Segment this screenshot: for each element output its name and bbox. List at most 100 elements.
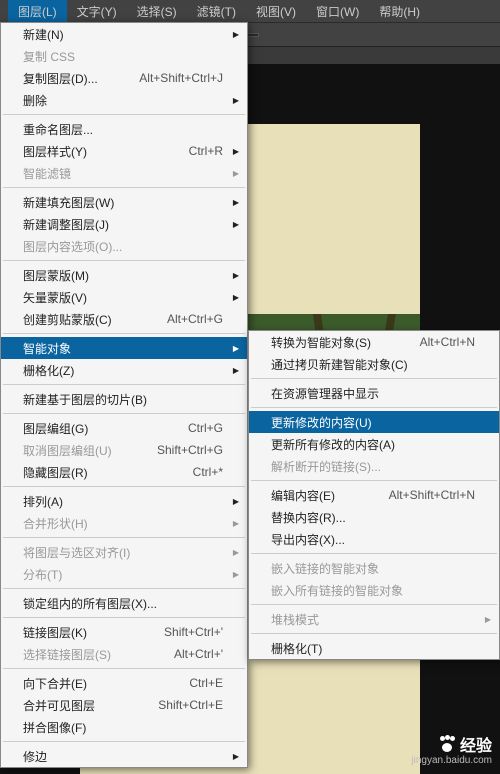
layer-menu-item-23: 取消图层编组(U)Shift+Ctrl+G [1,439,247,461]
layer-menu-item-27: 合并形状(H) [1,512,247,534]
menu-item-label: 复制 CSS [23,48,223,65]
smartobject-item-0[interactable]: 转换为智能对象(S)Alt+Ctrl+N [249,331,499,353]
layer-menu-item-37[interactable]: 向下合并(E)Ctrl+E [1,672,247,694]
menu-item-label: 导出内容(X)... [271,531,475,548]
menu-item-label: 图层蒙版(M) [23,267,223,284]
menu-item-shortcut: Alt+Shift+Ctrl+N [389,488,475,502]
separator [251,407,497,408]
menu-item-shortcut: Ctrl+G [188,421,223,435]
menu-item-label: 创建剪贴蒙版(C) [23,311,167,328]
menu-item-label: 栅格化(Z) [23,362,223,379]
layer-menu-item-34[interactable]: 链接图层(K)Shift+Ctrl+' [1,621,247,643]
layer-menu-item-32[interactable]: 锁定组内的所有图层(X)... [1,592,247,614]
layer-menu-item-15[interactable]: 创建剪贴蒙版(C)Alt+Ctrl+G [1,308,247,330]
menu-item-shortcut: Alt+Shift+Ctrl+J [139,71,223,85]
menu-item-label: 嵌入所有链接的智能对象 [271,582,475,599]
menu-item-label: 重命名图层... [23,121,223,138]
smartobject-item-13: 嵌入链接的智能对象 [249,557,499,579]
layer-menu-item-17[interactable]: 智能对象 [1,337,247,359]
menu-item-label: 拼合图像(F) [23,719,223,736]
layer-menu-item-3[interactable]: 删除 [1,89,247,111]
menu-5[interactable]: 窗口(W) [306,0,369,23]
layer-menu-item-13[interactable]: 图层蒙版(M) [1,264,247,286]
separator [3,114,245,115]
menu-3[interactable]: 滤镜(T) [187,0,246,23]
layer-menu-item-10[interactable]: 新建调整图层(J) [1,213,247,235]
menu-1[interactable]: 文字(Y) [67,0,127,23]
menu-item-shortcut: Ctrl+E [189,676,223,690]
smartobject-submenu: 转换为智能对象(S)Alt+Ctrl+N通过拷贝新建智能对象(C)在资源管理器中… [248,330,500,660]
menu-item-label: 复制图层(D)... [23,70,139,87]
layer-menu-item-5[interactable]: 重命名图层... [1,118,247,140]
menu-item-label: 分布(T) [23,566,223,583]
separator [3,333,245,334]
menu-item-label: 向下合并(E) [23,675,189,692]
menu-item-label: 嵌入链接的智能对象 [271,560,475,577]
layer-menu-item-39[interactable]: 拼合图像(F) [1,716,247,738]
separator [3,537,245,538]
menu-0[interactable]: 图层(L) [8,0,67,23]
smartobject-item-1[interactable]: 通过拷贝新建智能对象(C) [249,353,499,375]
menu-item-label: 图层内容选项(O)... [23,238,223,255]
menu-item-label: 新建调整图层(J) [23,216,223,233]
smartobject-item-14: 嵌入所有链接的智能对象 [249,579,499,601]
layer-menu-item-1: 复制 CSS [1,45,247,67]
menu-item-label: 新建(N) [23,26,223,43]
smartobject-item-3[interactable]: 在资源管理器中显示 [249,382,499,404]
layer-menu-item-18[interactable]: 栅格化(Z) [1,359,247,381]
smartobject-item-18[interactable]: 栅格化(T) [249,637,499,659]
layer-menu: 新建(N) 复制 CSS 复制图层(D)...Alt+Shift+Ctrl+J 删除重… [0,22,248,768]
menu-item-label: 替换内容(R)... [271,509,475,526]
separator [251,378,497,379]
menu-item-shortcut: Alt+Ctrl+N [420,335,475,349]
layer-menu-item-22[interactable]: 图层编组(G)Ctrl+G [1,417,247,439]
menu-item-label: 更新所有修改的内容(A) [271,436,475,453]
separator [3,617,245,618]
layer-menu-item-41[interactable]: 修边 [1,745,247,767]
menu-item-label: 图层编组(G) [23,420,188,437]
layer-menu-item-9[interactable]: 新建填充图层(W) [1,191,247,213]
menu-item-label: 栅格化(T) [271,640,475,657]
menu-item-label: 将图层与选区对齐(I) [23,544,223,561]
menu-item-label: 选择链接图层(S) [23,646,174,663]
smartobject-item-5[interactable]: 更新修改的内容(U) [249,411,499,433]
smartobject-item-6[interactable]: 更新所有修改的内容(A) [249,433,499,455]
menu-item-label: 编辑内容(E) [271,487,389,504]
menu-item-label: 删除 [23,92,223,109]
layer-menu-item-30: 分布(T) [1,563,247,585]
layer-menu-item-2[interactable]: 复制图层(D)...Alt+Shift+Ctrl+J [1,67,247,89]
menu-item-label: 智能对象 [23,340,223,357]
menu-item-label: 更新修改的内容(U) [271,414,475,431]
separator [3,413,245,414]
menu-item-label: 取消图层编组(U) [23,442,157,459]
smartobject-item-10[interactable]: 替换内容(R)... [249,506,499,528]
layer-menu-item-0[interactable]: 新建(N) [1,23,247,45]
menu-6[interactable]: 帮助(H) [369,0,430,23]
separator [3,187,245,188]
menubar: 图层(L)文字(Y)选择(S)滤镜(T)视图(V)窗口(W)帮助(H) [0,0,500,22]
layer-menu-item-11: 图层内容选项(O)... [1,235,247,257]
separator [251,553,497,554]
separator [3,260,245,261]
smartobject-item-16: 堆栈模式 [249,608,499,630]
menu-2[interactable]: 选择(S) [127,0,187,23]
layer-menu-item-35: 选择链接图层(S)Alt+Ctrl+' [1,643,247,665]
layer-menu-item-38[interactable]: 合并可见图层Shift+Ctrl+E [1,694,247,716]
menu-item-label: 转换为智能对象(S) [271,334,420,351]
menu-item-shortcut: Shift+Ctrl+E [158,698,223,712]
layer-menu-item-6[interactable]: 图层样式(Y)Ctrl+R [1,140,247,162]
smartobject-item-9[interactable]: 编辑内容(E)Alt+Shift+Ctrl+N [249,484,499,506]
layer-menu-item-20[interactable]: 新建基于图层的切片(B) [1,388,247,410]
separator [251,633,497,634]
watermark-url: jingyan.baidu.com [411,755,492,766]
menu-4[interactable]: 视图(V) [246,0,306,23]
separator [3,588,245,589]
layer-menu-item-26[interactable]: 排列(A) [1,490,247,512]
layer-menu-item-24[interactable]: 隐藏图层(R)Ctrl+* [1,461,247,483]
smartobject-item-11[interactable]: 导出内容(X)... [249,528,499,550]
menu-item-label: 合并形状(H) [23,515,223,532]
separator [3,486,245,487]
menu-item-label: 新建基于图层的切片(B) [23,391,223,408]
layer-menu-item-14[interactable]: 矢量蒙版(V) [1,286,247,308]
separator [251,604,497,605]
